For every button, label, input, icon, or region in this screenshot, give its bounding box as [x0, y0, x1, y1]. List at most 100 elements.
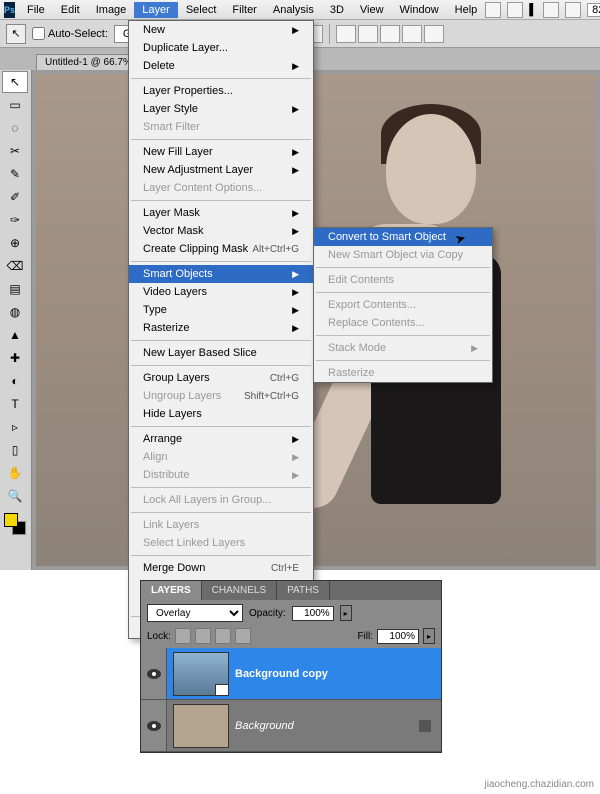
menu-separator [131, 261, 311, 262]
opacity-field[interactable]: 100% [292, 606, 334, 621]
menubar-item-image[interactable]: Image [88, 2, 135, 18]
panel-tab-channels[interactable]: CHANNELS [202, 581, 277, 600]
menu-item-label: Distribute [143, 469, 189, 481]
fill-arrow-icon[interactable]: ▸ [423, 628, 435, 644]
submenu-arrow-icon: ▶ [471, 343, 478, 354]
tool-button[interactable]: T [2, 393, 28, 415]
menubar-item-3d[interactable]: 3D [322, 2, 352, 18]
tool-button[interactable]: ✎ [2, 163, 28, 185]
panel-tab-layers[interactable]: LAYERS [141, 581, 202, 600]
lock-pixels-icon[interactable] [195, 628, 211, 644]
layers-list: Background copy Background [141, 648, 441, 752]
menu-item[interactable]: Create Clipping MaskAlt+Ctrl+G [129, 240, 313, 258]
menu-item[interactable]: Rasterize▶ [129, 319, 313, 337]
arrange-5-icon[interactable] [424, 25, 444, 43]
menubar-item-filter[interactable]: Filter [224, 2, 264, 18]
opacity-arrow-icon[interactable]: ▸ [340, 605, 352, 621]
layer-row[interactable]: Background [141, 700, 441, 752]
tool-button[interactable]: ✂ [2, 140, 28, 162]
menu-item[interactable]: Type▶ [129, 301, 313, 319]
lock-position-icon[interactable] [215, 628, 231, 644]
blend-mode-select[interactable]: Overlay [147, 604, 243, 622]
menu-separator [131, 555, 311, 556]
tool-button[interactable]: ▤ [2, 278, 28, 300]
tool-button[interactable]: ✋ [2, 462, 28, 484]
menu-item: Smart Filter [129, 118, 313, 136]
menu-item-label: Stack Mode [328, 342, 386, 354]
menu-item[interactable]: Layer Style▶ [129, 100, 313, 118]
tool-button[interactable]: ◍ [2, 301, 28, 323]
menubar-item-window[interactable]: Window [392, 2, 447, 18]
auto-select-checkbox[interactable] [32, 27, 45, 40]
lock-all-icon[interactable] [235, 628, 251, 644]
fill-field[interactable]: 100% [377, 629, 419, 644]
submenu-arrow-icon: ▶ [292, 287, 299, 298]
color-swatches[interactable] [4, 513, 26, 535]
visibility-toggle[interactable] [141, 700, 167, 751]
tool-button[interactable]: ⌫ [2, 255, 28, 277]
tool-button[interactable]: ✐ [2, 186, 28, 208]
tool-button[interactable]: ▭ [2, 94, 28, 116]
tool-button[interactable]: ◌ [2, 117, 28, 139]
menu-separator [131, 78, 311, 79]
menubar-item-edit[interactable]: Edit [53, 2, 88, 18]
tool-button[interactable]: ✚ [2, 347, 28, 369]
tool-button[interactable]: ✑ [2, 209, 28, 231]
tool-button[interactable]: ▯ [2, 439, 28, 461]
arrange-4-icon[interactable] [402, 25, 422, 43]
menubar-item-file[interactable]: File [19, 2, 53, 18]
menu-item[interactable]: New Fill Layer▶ [129, 143, 313, 161]
layer-thumbnail[interactable] [173, 652, 229, 696]
zoom-value[interactable]: 82.9 [587, 3, 600, 17]
menu-separator [131, 139, 311, 140]
arrange-2-icon[interactable] [358, 25, 378, 43]
layer-name[interactable]: Background copy [235, 668, 328, 680]
layer-name[interactable]: Background [235, 720, 294, 732]
menu-item-label: Video Layers [143, 286, 207, 298]
menu-separator [131, 200, 311, 201]
menu-item: Layer Content Options... [129, 179, 313, 197]
layer-row[interactable]: Background copy [141, 648, 441, 700]
tool-button[interactable]: ◐ [2, 370, 28, 392]
menu-item[interactable]: Smart Objects▶ [129, 265, 313, 283]
menu-item[interactable]: New▶ [129, 21, 313, 39]
tool-button[interactable]: ⊕ [2, 232, 28, 254]
menu-item[interactable]: Merge DownCtrl+E [129, 559, 313, 577]
lock-transparency-icon[interactable] [175, 628, 191, 644]
tool-button[interactable]: ▹ [2, 416, 28, 438]
arrange-icon[interactable] [565, 2, 581, 18]
menu-item-label: Hide Layers [143, 408, 202, 420]
move-tool-preset[interactable]: ↖ [6, 24, 26, 44]
history-icon[interactable] [507, 2, 523, 18]
bridge-icon[interactable] [485, 2, 501, 18]
screen-mode-icon[interactable] [543, 2, 559, 18]
menu-item[interactable]: New Adjustment Layer▶ [129, 161, 313, 179]
menu-item[interactable]: New Layer Based Slice [129, 344, 313, 362]
menu-item[interactable]: Duplicate Layer... [129, 39, 313, 57]
tool-button[interactable]: 🔍 [2, 485, 28, 507]
menu-item[interactable]: Hide Layers [129, 405, 313, 423]
menubar-item-layer[interactable]: Layer [134, 2, 178, 18]
panel-tab-paths[interactable]: PATHS [277, 581, 330, 600]
menu-item[interactable]: Layer Properties... [129, 82, 313, 100]
menubar-item-view[interactable]: View [352, 2, 392, 18]
menu-item[interactable]: Group LayersCtrl+G [129, 369, 313, 387]
visibility-toggle[interactable] [141, 648, 167, 699]
menu-item[interactable]: Layer Mask▶ [129, 204, 313, 222]
foreground-color-swatch[interactable] [4, 513, 18, 527]
auto-select-check[interactable]: Auto-Select: [32, 27, 108, 40]
menu-item-label: Convert to Smart Object [328, 231, 446, 243]
layer-thumbnail[interactable] [173, 704, 229, 748]
menubar-item-select[interactable]: Select [178, 2, 225, 18]
menu-item-label: Layer Mask [143, 207, 200, 219]
tool-button[interactable]: ↖ [2, 71, 28, 93]
menu-item[interactable]: Delete▶ [129, 57, 313, 75]
menu-item[interactable]: Arrange▶ [129, 430, 313, 448]
menu-item[interactable]: Vector Mask▶ [129, 222, 313, 240]
menubar-item-analysis[interactable]: Analysis [265, 2, 322, 18]
menubar-item-help[interactable]: Help [447, 2, 486, 18]
arrange-3-icon[interactable] [380, 25, 400, 43]
tool-button[interactable]: ▲ [2, 324, 28, 346]
arrange-1-icon[interactable] [336, 25, 356, 43]
menu-item[interactable]: Video Layers ▶ [129, 283, 313, 301]
